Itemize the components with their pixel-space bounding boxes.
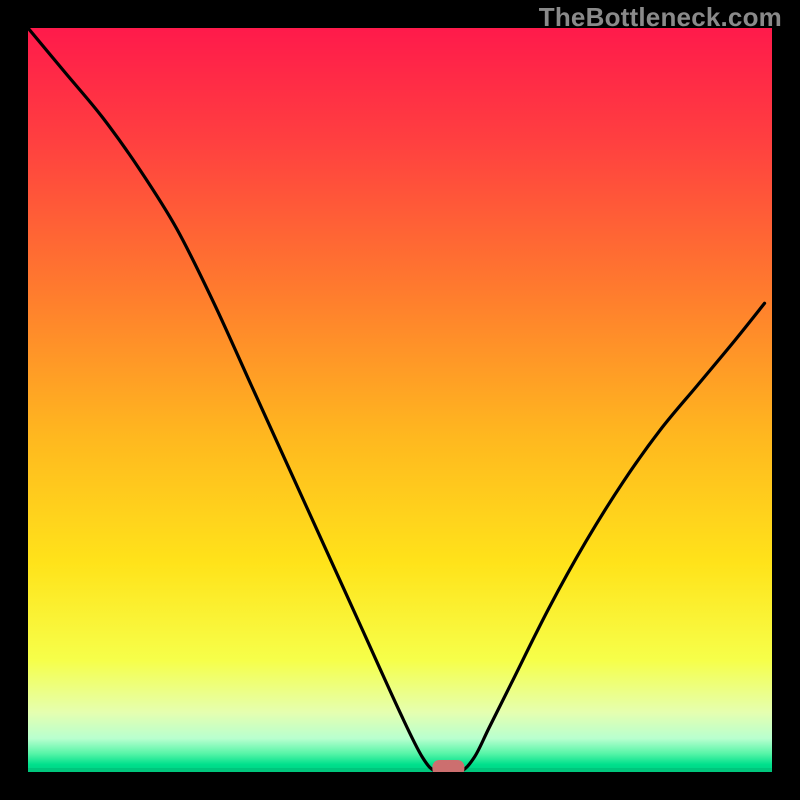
optimal-marker <box>432 760 464 772</box>
chart-frame: TheBottleneck.com <box>0 0 800 800</box>
gradient-background <box>28 28 772 772</box>
chart-svg <box>28 28 772 772</box>
watermark-text: TheBottleneck.com <box>539 2 782 33</box>
plot-area <box>28 28 772 772</box>
x-axis-baseline <box>28 768 772 772</box>
